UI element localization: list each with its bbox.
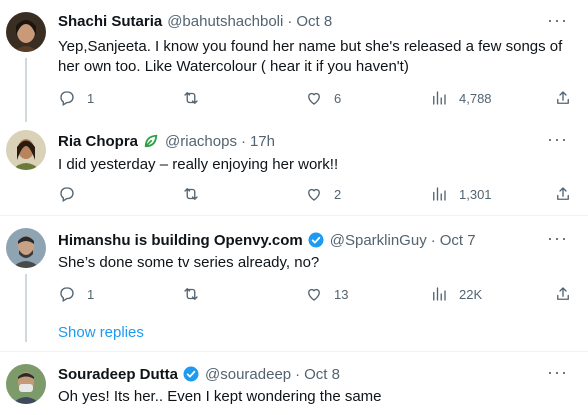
share-button[interactable]	[554, 185, 572, 203]
leaf-badge-icon	[142, 132, 160, 150]
tweet-3[interactable]: Himanshu is building Openvy.com @Sparkli…	[0, 216, 588, 351]
show-replies-link[interactable]: Show replies	[58, 324, 144, 341]
retweet-icon	[184, 188, 198, 200]
avatar-ria[interactable]	[6, 130, 46, 170]
thread-line	[25, 274, 27, 342]
reply-count: 1	[87, 90, 95, 106]
timestamp[interactable]: Oct 8	[304, 366, 340, 383]
share-button[interactable]	[554, 89, 572, 107]
like-button[interactable]: 13	[305, 285, 348, 303]
avatar-shachi[interactable]	[6, 12, 46, 52]
more-icon[interactable]: ···	[547, 129, 568, 150]
retweet-icon	[184, 92, 198, 104]
user-handle[interactable]: @bahutshachboli	[167, 13, 283, 30]
share-icon	[557, 187, 569, 200]
tweet-1[interactable]: Shachi Sutaria @bahutshachboli · Oct 8 ·…	[0, 0, 588, 122]
timestamp[interactable]: Oct 7	[440, 232, 476, 249]
avatar-himanshu[interactable]	[6, 228, 46, 268]
reply-button[interactable]: 1	[58, 285, 94, 303]
views-button[interactable]: 1,301	[430, 185, 492, 203]
reply-icon	[60, 91, 74, 106]
tweet-header: Shachi Sutaria @bahutshachboli · Oct 8	[58, 13, 332, 30]
like-count: 2	[334, 186, 342, 202]
separator-dot: ·	[430, 231, 436, 249]
share-button[interactable]	[554, 285, 572, 303]
views-count: 22K	[459, 286, 483, 302]
user-handle[interactable]: @SparklinGuy	[330, 232, 427, 249]
action-bar: 2 1,301	[58, 185, 574, 205]
verified-icon	[182, 365, 200, 383]
views-count: 1,301	[459, 186, 492, 202]
more-icon[interactable]: ···	[547, 228, 568, 249]
reply-icon	[60, 287, 74, 302]
tweet-text: I did yesterday – really enjoying her wo…	[58, 156, 339, 173]
separator-dot: ·	[287, 13, 293, 30]
views-icon	[433, 187, 446, 201]
separator-dot: ·	[240, 132, 246, 150]
reply-button[interactable]	[58, 185, 76, 203]
retweet-button[interactable]	[182, 89, 200, 107]
tweet-header: Ria Chopra @riachops · 17h	[58, 132, 275, 150]
thread-line	[25, 58, 27, 122]
user-name[interactable]: Shachi Sutaria	[58, 13, 162, 30]
tweet-4[interactable]: Souradeep Dutta @souradeep · Oct 8 ··· O…	[0, 352, 588, 415]
like-button[interactable]: 6	[305, 89, 341, 107]
tweet-2[interactable]: Ria Chopra @riachops · 17h ··· I did yes…	[0, 122, 588, 215]
like-count: 13	[334, 286, 349, 302]
views-button[interactable]: 22K	[430, 285, 482, 303]
timestamp[interactable]: 17h	[250, 133, 275, 150]
retweet-button[interactable]	[182, 185, 200, 203]
tweet-text: Yep,Sanjeeta. I know you found her name …	[58, 38, 563, 75]
timestamp[interactable]: Oct 8	[296, 13, 332, 30]
share-icon	[557, 287, 569, 300]
reply-count: 1	[87, 286, 95, 302]
user-handle[interactable]: @riachops	[165, 133, 237, 150]
tweet-header: Himanshu is building Openvy.com @Sparkli…	[58, 231, 476, 249]
like-icon	[308, 92, 320, 105]
views-button[interactable]: 4,788	[430, 89, 492, 107]
retweet-icon	[184, 288, 198, 300]
reply-icon	[60, 187, 74, 202]
user-name[interactable]: Ria Chopra	[58, 133, 138, 150]
user-name[interactable]: Himanshu is building Openvy.com	[58, 232, 303, 249]
like-count: 6	[334, 90, 342, 106]
tweet-text: She’s done some tv series already, no?	[58, 254, 320, 271]
views-icon	[433, 91, 446, 105]
share-icon	[557, 91, 569, 104]
more-icon[interactable]: ···	[547, 10, 568, 31]
verified-icon	[307, 231, 325, 249]
tweet-header: Souradeep Dutta @souradeep · Oct 8	[58, 365, 340, 383]
tweet-text: Oh yes! Its her.. Even I kept wondering …	[58, 388, 382, 405]
user-name[interactable]: Souradeep Dutta	[58, 366, 178, 383]
views-count: 4,788	[459, 90, 492, 106]
like-icon	[308, 188, 320, 201]
separator-dot: ·	[295, 365, 301, 383]
like-icon	[308, 288, 320, 301]
like-button[interactable]: 2	[305, 185, 341, 203]
avatar-souradeep[interactable]	[6, 364, 46, 404]
action-bar: 1 13 22K	[58, 285, 574, 305]
retweet-button[interactable]	[182, 285, 200, 303]
more-icon[interactable]: ···	[547, 362, 568, 383]
reply-button[interactable]: 1	[58, 89, 94, 107]
user-handle[interactable]: @souradeep	[205, 366, 291, 383]
views-icon	[433, 287, 446, 301]
action-bar: 1 6 4,788	[58, 89, 574, 109]
